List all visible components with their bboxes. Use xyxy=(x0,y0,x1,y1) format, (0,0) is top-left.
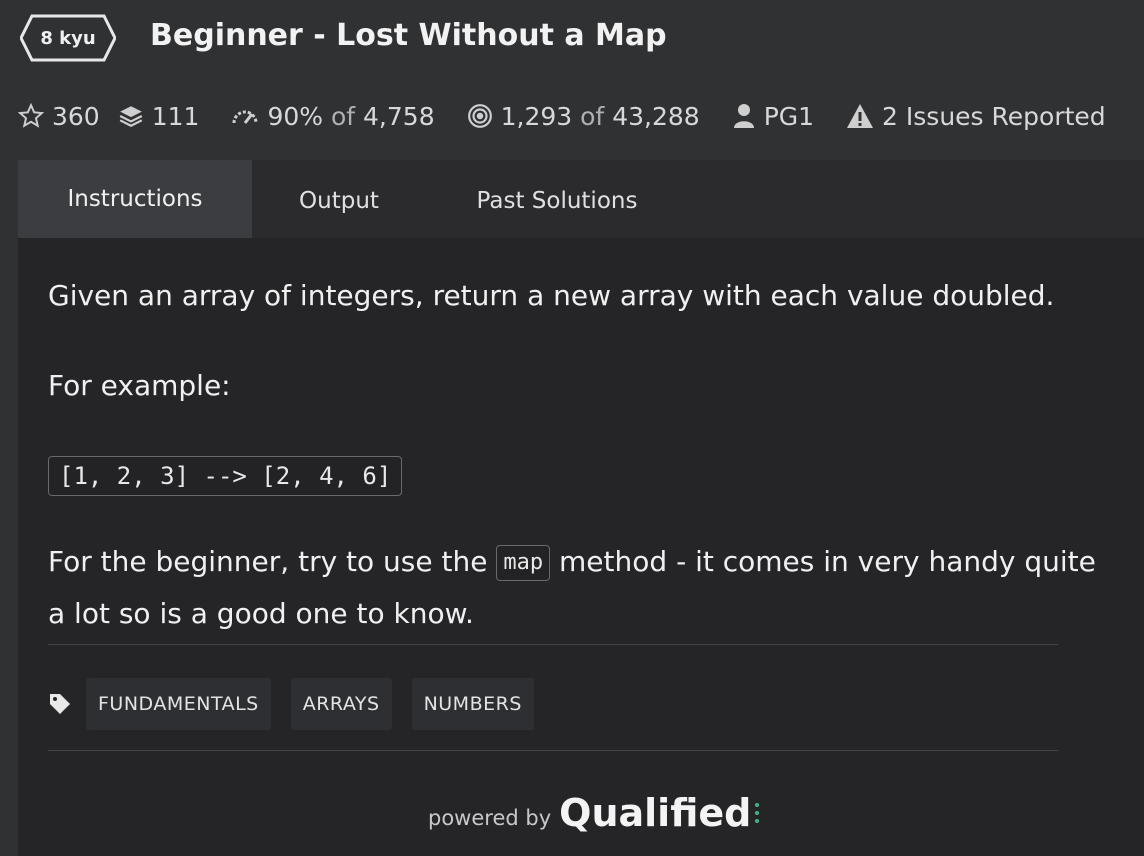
tab-output[interactable]: Output xyxy=(268,160,410,238)
qualified-logo-dots xyxy=(755,801,760,825)
footer-divider xyxy=(48,750,1058,751)
satisfaction-total: 4,758 xyxy=(363,101,435,131)
star-icon xyxy=(18,103,44,129)
author-stat[interactable]: PG1 xyxy=(732,102,814,131)
tag-fundamentals[interactable]: FUNDAMENTALS xyxy=(86,678,271,730)
stars-count: 360 xyxy=(52,101,100,131)
issues-stat[interactable]: 2 Issues Reported xyxy=(846,102,1106,131)
tip-text-before: For the beginner, try to use the xyxy=(48,545,488,578)
issues-reported: 2 Issues Reported xyxy=(882,101,1106,131)
kata-panel: Instructions Output Past Solutions Given… xyxy=(18,160,1144,856)
layers-icon xyxy=(118,103,144,129)
completed-stat: 1,293 of 43,288 xyxy=(467,102,700,131)
target-icon xyxy=(467,103,493,129)
tab-instructions[interactable]: Instructions xyxy=(18,160,252,238)
stars-stat[interactable]: 360 xyxy=(18,102,100,131)
kyu-rank-label: 8 kyu xyxy=(40,27,96,49)
satisfaction-of: of xyxy=(330,101,356,131)
satisfaction-percent: 90% xyxy=(267,101,324,131)
example-label: For example: xyxy=(48,369,231,402)
warning-icon xyxy=(846,103,874,129)
gauge-icon xyxy=(231,105,259,127)
qualified-logo: Qualified xyxy=(559,791,752,835)
example-code-block: [1, 2, 3] --> [2, 4, 6] xyxy=(48,456,403,496)
satisfaction-stat: 90% of 4,758 xyxy=(231,101,435,131)
content-divider xyxy=(48,644,1058,645)
user-icon xyxy=(732,103,756,129)
kata-header: 8 kyu Beginner - Lost Without a Map xyxy=(0,0,1144,80)
tab-bar: Instructions Output Past Solutions xyxy=(18,160,1144,238)
kyu-rank-badge: 8 kyu xyxy=(20,14,116,62)
completed-count: 1,293 xyxy=(500,101,573,131)
author-name: PG1 xyxy=(763,101,815,131)
powered-by-text: powered by xyxy=(428,806,552,830)
tag-icon xyxy=(48,692,72,716)
completed-of: of xyxy=(580,101,605,131)
kata-title: Beginner - Lost Without a Map xyxy=(150,18,667,53)
tag-arrays[interactable]: ARRAYS xyxy=(290,678,392,730)
completed-total: 43,288 xyxy=(612,101,700,131)
tip-paragraph: For the beginner, try to use the map met… xyxy=(48,536,1108,640)
collections-count: 111 xyxy=(151,101,200,131)
tag-list: FUNDAMENTALS ARRAYS NUMBERS xyxy=(48,678,554,730)
tab-past-solutions[interactable]: Past Solutions xyxy=(448,160,666,238)
powered-by-footer[interactable]: powered by Qualified xyxy=(428,788,760,838)
intro-text: Given an array of integers, return a new… xyxy=(48,279,1055,312)
tag-numbers[interactable]: NUMBERS xyxy=(411,678,534,730)
map-code-snippet: map xyxy=(496,545,551,581)
instructions-content: Given an array of integers, return a new… xyxy=(48,270,1108,640)
kata-stats-bar: 360 111 90% of 4,758 1,293 of 43,288 PG1… xyxy=(18,96,1138,136)
collections-stat[interactable]: 111 xyxy=(118,101,200,131)
